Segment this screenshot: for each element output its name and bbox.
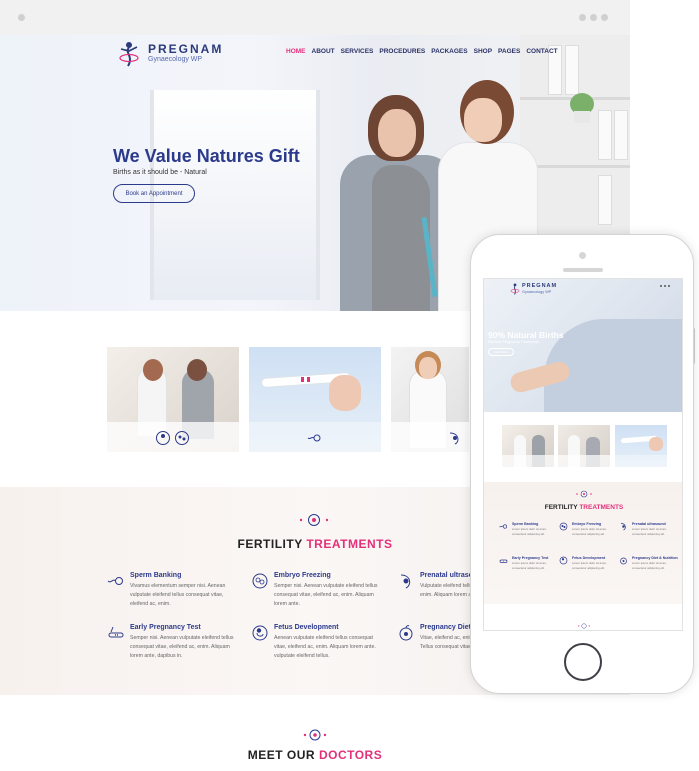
fertility-title-accent: TREATMENTS [306,537,393,551]
thumbnail-consultation[interactable] [107,347,239,452]
mobile-fertility-title: FERTILITY TREATMENTS [484,504,682,511]
hero-title: We Value Natures Gift [113,146,300,166]
logo-icon [510,283,520,295]
phone-speaker [563,268,603,272]
service-description: Vivamus elementum semper nisi. Aenean vu… [130,583,226,607]
nutrition-icon [620,557,627,565]
binder-illustration [614,110,628,160]
section-ornament-icon [303,729,327,741]
fertility-title-plain: FERTILITY [237,537,303,551]
service-title: Embryo Freezing [274,572,331,579]
service-title: Prenatal ultrasou [420,572,478,579]
mobile-service-title: Prenatal ultrasound [632,522,666,526]
embryo-icon [559,522,568,531]
mobile-service-description: Lorem ipsum dolor sit amet, consectetur … [632,561,667,570]
mobile-service-title: Embryo Freezing [572,522,602,526]
thumbnail-doctor[interactable] [391,347,469,452]
mobile-service-description: Lorem ipsum dolor sit amet, consectetur … [512,561,547,570]
nav-item-services[interactable]: SERVICES [341,48,374,55]
fetus-icon [252,625,268,641]
ultrasound-icon [620,523,626,531]
section-ornament-icon [576,490,592,498]
phone-home-button[interactable] [564,643,602,681]
phone-mockup: PREGNAM Gynaecology WP 90% Natural Birth… [470,234,694,694]
section-ornament-icon [299,514,329,526]
service-description: Semper nisi. Aenean vulputate eleifend t… [274,583,378,607]
phone-screen: PREGNAM Gynaecology WP 90% Natural Birth… [483,278,683,631]
mobile-brand-name: PREGNAM [522,283,558,289]
mobile-service-title: Sperm Banking [512,522,539,526]
service-title: Fetus Development [274,624,339,631]
thumbnail-pregnancy-test[interactable] [249,347,381,452]
service-description: Semper nisi. Aenean vulputate eleifend t… [130,635,234,659]
pregnancy-test-icon [108,626,124,638]
book-appointment-button[interactable]: Book an Appointment [113,184,195,203]
doctors-title-accent: DOCTORS [318,748,383,762]
doctors-title-plain: MEET OUR [247,748,316,762]
nav-item-contact[interactable]: CONTACT [526,48,557,55]
service-description: Aenean vulputate eleifend tellus consequ… [274,635,376,659]
sperm-icon [499,524,508,529]
mobile-brand-tagline: Gynaecology WP [522,290,552,294]
service-title: Sperm Banking [130,572,182,579]
mobile-fertility-title-accent: TREATMENTS [579,504,624,511]
nav-item-about[interactable]: ABOUT [312,48,335,55]
ultrasound-icon [449,432,459,445]
browser-dot [18,14,25,21]
mobile-service-description: Lorem ipsum dolor sit amet, consectetur … [572,561,607,570]
section-ornament-icon [578,623,590,629]
fetus-icon [156,431,170,445]
nav-item-packages[interactable]: PACKAGES [431,48,467,55]
mobile-thumbnail-checkup[interactable] [558,425,610,467]
browser-bar [0,0,630,35]
binder-illustration [598,110,612,160]
pregnancy-test-icon [499,559,508,563]
mobile-fertility-section: FERTILITY TREATMENTS Sperm Banking Lorem… [484,482,682,604]
logo-icon [119,42,139,67]
nav-item-procedures[interactable]: PROCEDURES [379,48,425,55]
window-dot-icon[interactable] [601,14,608,21]
nav-item-home[interactable]: HOME [286,48,306,55]
sperm-icon [107,577,123,585]
ultrasound-icon [400,574,411,589]
binder-illustration [598,175,612,225]
mobile-hero-title: 90% Natural Births [488,330,564,340]
window-dot-icon[interactable] [579,14,586,21]
main-nav: HOME ABOUT SERVICES PROCEDURES PACKAGES … [286,48,558,55]
doctors-title: MEET OUR DOCTORS [0,748,630,762]
window-dot-icon[interactable] [590,14,597,21]
nav-item-shop[interactable]: SHOP [474,48,492,55]
mobile-view-more-button[interactable]: View More [488,348,514,356]
fetus-icon [559,556,568,565]
binder-illustration [565,45,579,95]
mobile-service-title: Pregnancy Diet & Nutrition [632,556,678,560]
brand-tagline: Gynaecology WP [148,56,203,63]
mobile-service-description: Lorem ipsum dolor sit amet, consectetur … [512,527,547,536]
mobile-menu-icon[interactable] [660,285,670,287]
mobile-service-description: Lorem ipsum dolor sit amet, consectetur … [572,527,607,536]
hero-subtitle: Births as it should be - Natural [113,169,207,176]
mobile-thumbnail-consultation[interactable] [502,425,554,467]
service-title: Early Pregnancy Test [130,624,201,631]
mobile-hero-subtitle: Painless Pregnancy Treatments [488,340,539,344]
browser-window-controls [579,14,608,21]
nav-item-pages[interactable]: PAGES [498,48,520,55]
embryo-icon [175,431,189,445]
nutrition-icon [399,625,413,641]
embryo-icon [252,573,268,589]
pot-illustration [574,111,590,123]
mobile-fertility-title-plain: FERTILITY [544,504,578,511]
mobile-service-title: Early Pregnancy Test [512,556,549,560]
sperm-icon [307,434,321,442]
mobile-service-description: Lorem ipsum dolor sit amet, consectetur … [632,527,667,536]
mobile-service-title: Fetus Development [572,556,606,560]
phone-camera [579,252,586,259]
brand-name: PREGNAM [148,42,224,56]
mobile-hero: PREGNAM Gynaecology WP 90% Natural Birth… [484,279,682,412]
mobile-thumbnail-pregnancy-test[interactable] [615,425,667,467]
